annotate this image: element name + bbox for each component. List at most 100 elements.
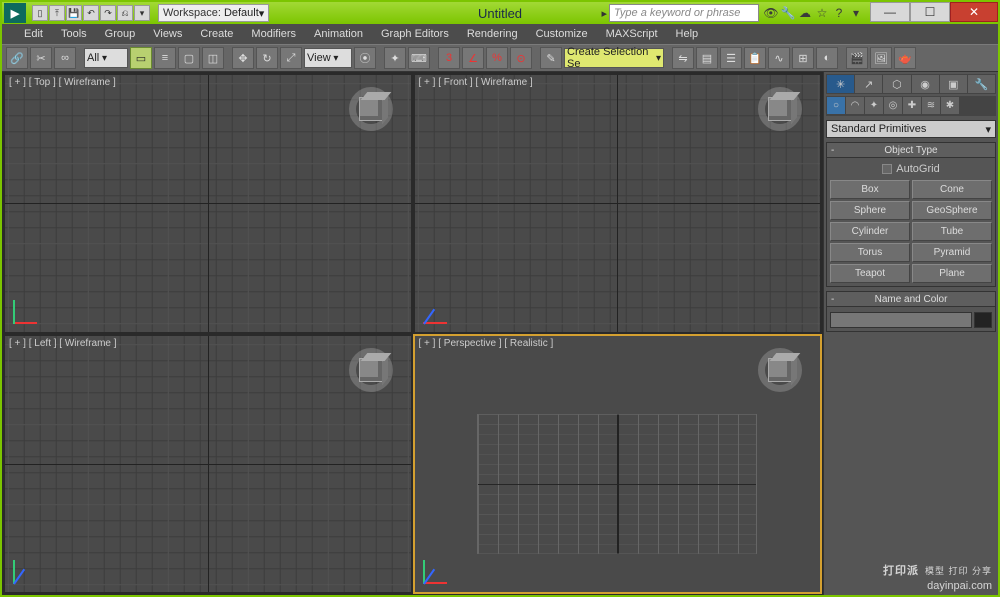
new-icon[interactable]: ▯ xyxy=(32,5,48,21)
utilities-tab-icon[interactable]: 🔧 xyxy=(968,75,995,93)
viewcube-icon[interactable] xyxy=(758,348,802,392)
viewcube-icon[interactable] xyxy=(349,348,393,392)
rotate-tool-icon[interactable]: ↻ xyxy=(256,47,278,69)
spinner-snap-icon[interactable]: ⊙ xyxy=(510,47,532,69)
unlink-tool-icon[interactable]: ✂ xyxy=(30,47,52,69)
select-tool-icon[interactable]: ▭ xyxy=(130,47,152,69)
viewport-persp-label[interactable]: [ + ] [ Perspective ] [ Realistic ] xyxy=(419,338,554,349)
shapes-cat-icon[interactable]: ◠ xyxy=(846,97,864,114)
autogrid-row[interactable]: AutoGrid xyxy=(830,161,992,177)
edit-named-sel-icon[interactable]: ✎ xyxy=(540,47,562,69)
box-button[interactable]: Box xyxy=(830,180,910,199)
menu-tools[interactable]: Tools xyxy=(61,28,87,40)
schematic-icon[interactable]: ⊞ xyxy=(792,47,814,69)
viewport-left[interactable]: [ + ] [ Left ] [ Wireframe ] xyxy=(4,335,412,594)
material-editor-icon[interactable]: ◐ xyxy=(816,47,838,69)
link-tool-icon[interactable]: 🔗 xyxy=(6,47,28,69)
mirror-icon[interactable]: ⇋ xyxy=(672,47,694,69)
angle-snap-icon[interactable]: ∠ xyxy=(462,47,484,69)
teapot-button[interactable]: Teapot xyxy=(830,264,910,283)
search-chevron-icon[interactable]: ▸ xyxy=(601,7,607,20)
help-icon[interactable]: ? xyxy=(831,5,847,21)
render-icon[interactable]: 🫖 xyxy=(894,47,916,69)
systems-cat-icon[interactable]: ✱ xyxy=(941,97,959,114)
viewport-left-label[interactable]: [ + ] [ Left ] [ Wireframe ] xyxy=(9,338,117,349)
object-type-header[interactable]: Object Type xyxy=(826,142,996,158)
menu-help[interactable]: Help xyxy=(676,28,699,40)
viewport-top-label[interactable]: [ + ] [ Top ] [ Wireframe ] xyxy=(9,77,116,88)
scale-tool-icon[interactable]: ⤢ xyxy=(280,47,302,69)
hierarchy-tab-icon[interactable]: ⬡ xyxy=(883,75,910,93)
plane-button[interactable]: Plane xyxy=(912,264,992,283)
motion-tab-icon[interactable]: ◉ xyxy=(912,75,939,93)
align-icon[interactable]: ▤ xyxy=(696,47,718,69)
select-by-name-icon[interactable]: ≡ xyxy=(154,47,176,69)
primitive-type-select[interactable]: Standard Primitives ▾ xyxy=(826,120,996,138)
viewport-top[interactable]: [ + ] [ Top ] [ Wireframe ] xyxy=(4,74,412,333)
viewport-front-label[interactable]: [ + ] [ Front ] [ Wireframe ] xyxy=(419,77,533,88)
create-tab-icon[interactable]: ✳ xyxy=(827,75,854,93)
layer-manager-icon[interactable]: 📋 xyxy=(744,47,766,69)
more-icon[interactable]: ▾ xyxy=(134,5,150,21)
manipulate-icon[interactable]: ✦ xyxy=(384,47,406,69)
viewport-perspective[interactable]: [ + ] [ Perspective ] [ Realistic ] xyxy=(414,335,822,594)
menu-animation[interactable]: Animation xyxy=(314,28,363,40)
binoculars-icon[interactable]: 👁 xyxy=(763,5,779,21)
display-tab-icon[interactable]: ▣ xyxy=(940,75,967,93)
viewcube-icon[interactable] xyxy=(758,87,802,131)
snap-2d-icon[interactable]: 3 xyxy=(438,47,460,69)
cone-button[interactable]: Cone xyxy=(912,180,992,199)
menu-maxscript[interactable]: MAXScript xyxy=(606,28,658,40)
rect-region-icon[interactable]: ▢ xyxy=(178,47,200,69)
object-name-input[interactable] xyxy=(830,312,972,328)
viewport-front[interactable]: [ + ] [ Front ] [ Wireframe ] xyxy=(414,74,822,333)
open-icon[interactable]: ⤒ xyxy=(49,5,65,21)
tube-button[interactable]: Tube xyxy=(912,222,992,241)
redo-icon[interactable]: ↷ xyxy=(100,5,116,21)
helpers-cat-icon[interactable]: ✚ xyxy=(903,97,921,114)
menu-edit[interactable]: Edit xyxy=(24,28,43,40)
search-input[interactable]: Type a keyword or phrase xyxy=(609,4,759,22)
workspace-selector[interactable]: Workspace: Default ▾ xyxy=(158,4,269,22)
modify-tab-icon[interactable]: ↗ xyxy=(855,75,882,93)
sphere-button[interactable]: Sphere xyxy=(830,201,910,220)
keyboard-shortcut-icon[interactable]: ⌨ xyxy=(408,47,430,69)
cylinder-button[interactable]: Cylinder xyxy=(830,222,910,241)
window-crossing-icon[interactable]: ◫ xyxy=(202,47,224,69)
object-color-swatch[interactable] xyxy=(974,312,992,328)
menu-graph-editors[interactable]: Graph Editors xyxy=(381,28,449,40)
rendered-frame-icon[interactable]: 🖼 xyxy=(870,47,892,69)
ref-coord-select[interactable]: View ▾ xyxy=(304,48,352,68)
link-icon[interactable]: ⎌ xyxy=(117,5,133,21)
menu-create[interactable]: Create xyxy=(200,28,233,40)
app-logo-icon[interactable]: ▶ xyxy=(4,3,26,23)
menu-rendering[interactable]: Rendering xyxy=(467,28,518,40)
pyramid-button[interactable]: Pyramid xyxy=(912,243,992,262)
menu-modifiers[interactable]: Modifiers xyxy=(251,28,296,40)
save-icon[interactable]: 💾 xyxy=(66,5,82,21)
pivot-icon[interactable]: ⦿ xyxy=(354,47,376,69)
menu-views[interactable]: Views xyxy=(153,28,182,40)
close-button[interactable]: ✕ xyxy=(950,2,998,22)
spacewarps-cat-icon[interactable]: ≋ xyxy=(922,97,940,114)
autogrid-checkbox[interactable] xyxy=(882,164,892,174)
star-icon[interactable]: ☆ xyxy=(814,5,830,21)
key-icon[interactable]: 🔧 xyxy=(780,5,796,21)
minimize-button[interactable]: — xyxy=(870,2,910,22)
undo-icon[interactable]: ↶ xyxy=(83,5,99,21)
geosphere-button[interactable]: GeoSphere xyxy=(912,201,992,220)
menu-customize[interactable]: Customize xyxy=(536,28,588,40)
lights-cat-icon[interactable]: ✦ xyxy=(865,97,883,114)
percent-snap-icon[interactable]: % xyxy=(486,47,508,69)
dropdown-icon[interactable]: ▾ xyxy=(848,5,864,21)
filter-select[interactable]: All ▾ xyxy=(84,48,128,68)
cameras-cat-icon[interactable]: ◎ xyxy=(884,97,902,114)
named-sel-select[interactable]: Create Selection Se▾ xyxy=(564,48,664,68)
viewcube-icon[interactable] xyxy=(349,87,393,131)
name-color-header[interactable]: Name and Color xyxy=(826,291,996,307)
move-tool-icon[interactable]: ✥ xyxy=(232,47,254,69)
layers-icon[interactable]: ☰ xyxy=(720,47,742,69)
menu-group[interactable]: Group xyxy=(105,28,136,40)
torus-button[interactable]: Torus xyxy=(830,243,910,262)
curve-editor-icon[interactable]: ∿ xyxy=(768,47,790,69)
